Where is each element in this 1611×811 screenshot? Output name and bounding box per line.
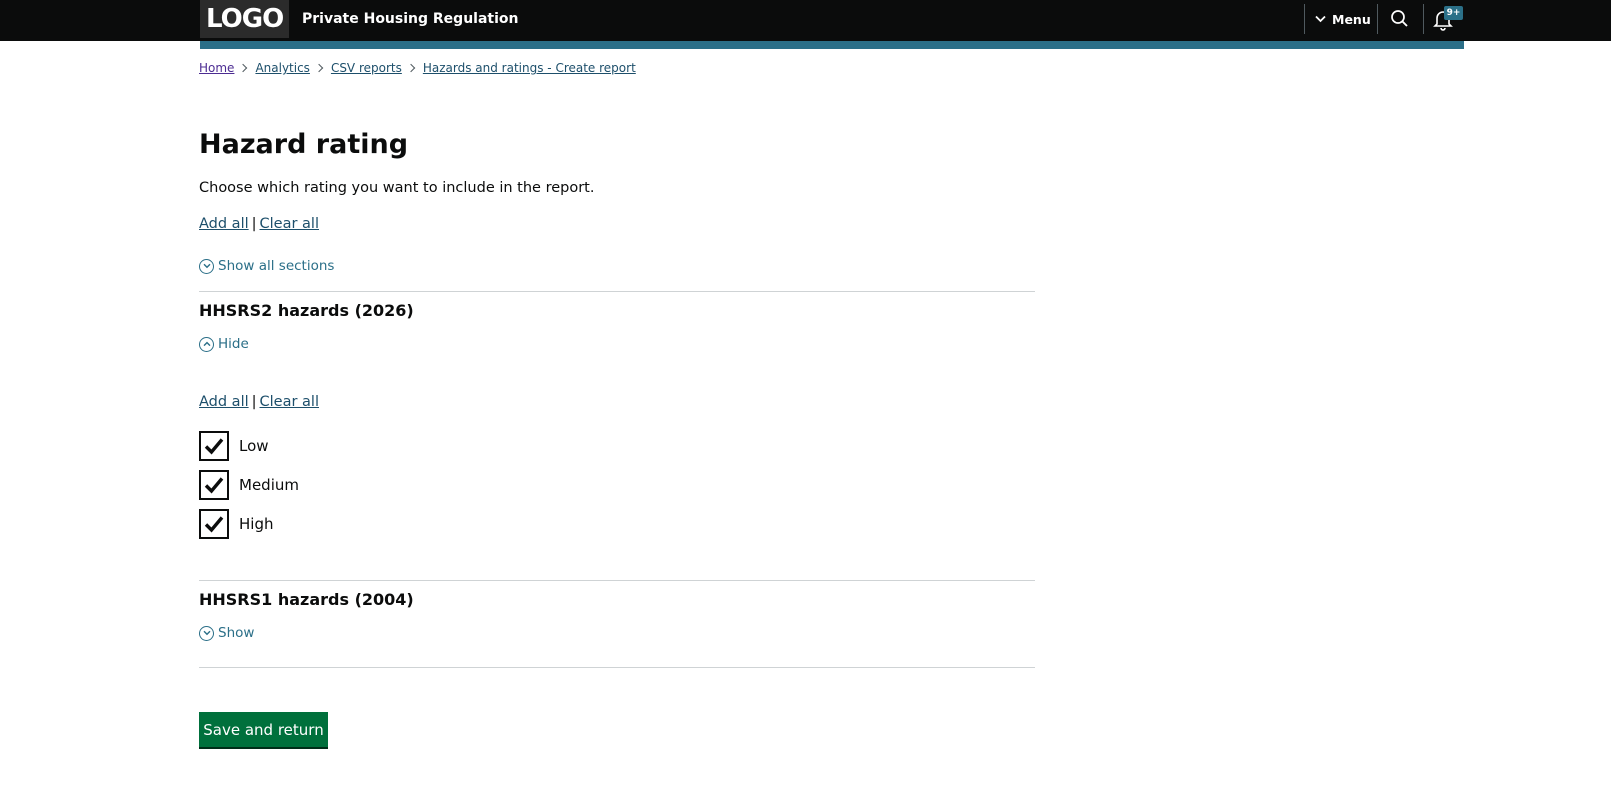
section-clear-all-link[interactable]: Clear all <box>260 394 319 410</box>
checkbox-high[interactable]: High <box>199 509 273 539</box>
show-all-sections-label: Show all sections <box>218 258 335 274</box>
breadcrumb-home[interactable]: Home <box>199 60 234 76</box>
hide-section-label: Hide <box>218 336 249 352</box>
breadcrumb-current[interactable]: Hazards and ratings - Create report <box>423 60 636 76</box>
section-heading-hhsrs1: HHSRS1 hazards (2004) <box>199 590 414 609</box>
show-section-label: Show <box>218 625 255 641</box>
hide-section-button[interactable]: Hide <box>199 336 249 352</box>
checkbox-low[interactable]: Low <box>199 431 269 461</box>
show-all-sections-button[interactable]: Show all sections <box>199 258 334 274</box>
chevron-right-icon <box>406 63 416 73</box>
checkbox-medium[interactable]: Medium <box>199 470 299 500</box>
header-bar: LOGO Private Housing Regulation Menu 9+ <box>0 0 1611 41</box>
checkmark-icon <box>204 477 224 494</box>
section-divider <box>199 291 1035 292</box>
chevron-up-circle-icon <box>199 336 214 352</box>
show-section-button[interactable]: Show <box>199 625 254 641</box>
link-separator: | <box>251 394 257 410</box>
header-accent-bar <box>200 41 1464 49</box>
section-add-clear: Add all | Clear all <box>199 392 319 412</box>
checkbox-label: Medium <box>239 476 299 494</box>
logo[interactable]: LOGO <box>200 0 290 38</box>
chevron-right-icon <box>239 63 248 73</box>
breadcrumb-analytics[interactable]: Analytics <box>255 60 310 76</box>
link-separator: | <box>251 216 257 232</box>
clear-all-link[interactable]: Clear all <box>260 216 319 232</box>
page-hint: Choose which rating you want to include … <box>199 180 595 196</box>
checkbox[interactable] <box>199 431 229 461</box>
chevron-right-icon <box>314 63 324 73</box>
add-all-link[interactable]: Add all <box>199 216 249 232</box>
chevron-down-circle-icon <box>199 258 214 274</box>
checkbox-label: Low <box>239 437 269 455</box>
section-add-all-link[interactable]: Add all <box>199 394 249 410</box>
nav-divider <box>1377 4 1378 34</box>
service-name[interactable]: Private Housing Regulation <box>302 0 518 38</box>
menu-label: Menu <box>1332 11 1371 27</box>
menu-button[interactable]: Menu <box>1315 0 1371 38</box>
breadcrumb-csv-reports[interactable]: CSV reports <box>331 60 402 76</box>
checkbox-label: High <box>239 515 274 533</box>
search-icon <box>1391 10 1408 27</box>
notification-badge: 9+ <box>1444 6 1463 20</box>
chevron-down-circle-icon <box>199 625 214 641</box>
breadcrumb: Home Analytics CSV reports Hazards and r… <box>199 60 636 76</box>
section-heading-hhsrs2: HHSRS2 hazards (2026) <box>199 301 414 320</box>
page-title: Hazard rating <box>199 129 409 160</box>
checkmark-icon <box>204 516 224 533</box>
global-add-clear: Add all | Clear all <box>199 214 319 234</box>
save-and-return-button[interactable]: Save and return <box>199 712 328 747</box>
section-divider <box>199 667 1035 668</box>
search-button[interactable] <box>1390 9 1410 29</box>
chevron-down-icon <box>1315 15 1326 23</box>
checkmark-icon <box>204 438 224 455</box>
nav-divider <box>1423 4 1424 34</box>
checkbox[interactable] <box>199 509 229 539</box>
section-divider <box>199 580 1035 581</box>
checkbox[interactable] <box>199 470 229 500</box>
nav-divider <box>1304 4 1305 34</box>
